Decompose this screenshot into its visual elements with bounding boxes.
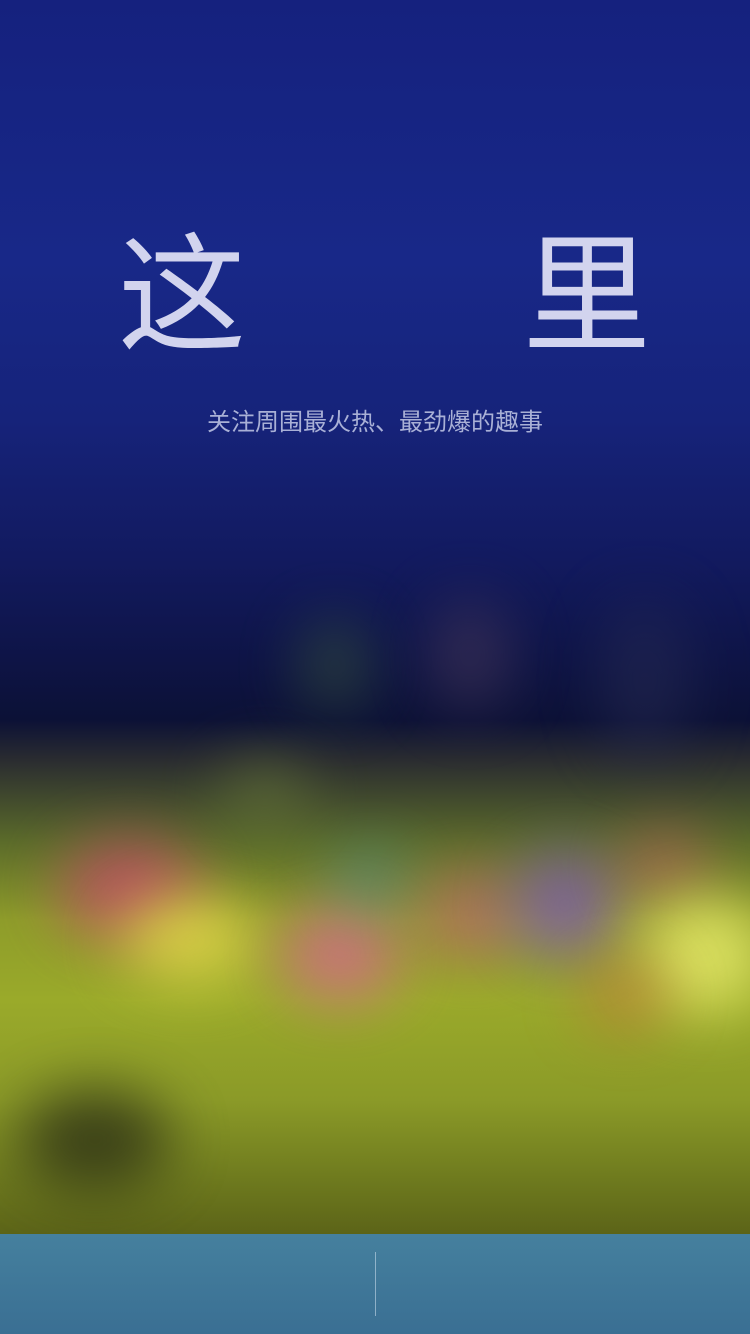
bokeh-light <box>220 760 310 830</box>
bottom-right-button[interactable] <box>376 1234 750 1334</box>
bokeh-light <box>580 960 670 1030</box>
app-title: 这 里 <box>118 222 750 371</box>
bokeh-light <box>280 910 400 1000</box>
bokeh-light <box>20 1090 170 1190</box>
app-tagline: 关注周围最火热、最劲爆的趣事 <box>207 408 543 436</box>
bokeh-light <box>620 830 710 900</box>
bokeh-light <box>330 850 410 910</box>
bottom-action-bar <box>0 1234 750 1334</box>
bokeh-light <box>120 900 260 980</box>
bokeh-light <box>300 620 370 710</box>
bottom-left-button[interactable] <box>0 1234 375 1334</box>
splash-screen: 这 里 关注周围最火热、最劲爆的趣事 <box>0 0 750 1334</box>
bokeh-light <box>510 850 620 960</box>
bokeh-light <box>430 600 510 710</box>
blurred-background-photo <box>0 0 750 1334</box>
bokeh-light <box>600 600 690 760</box>
bokeh-light <box>420 870 520 960</box>
